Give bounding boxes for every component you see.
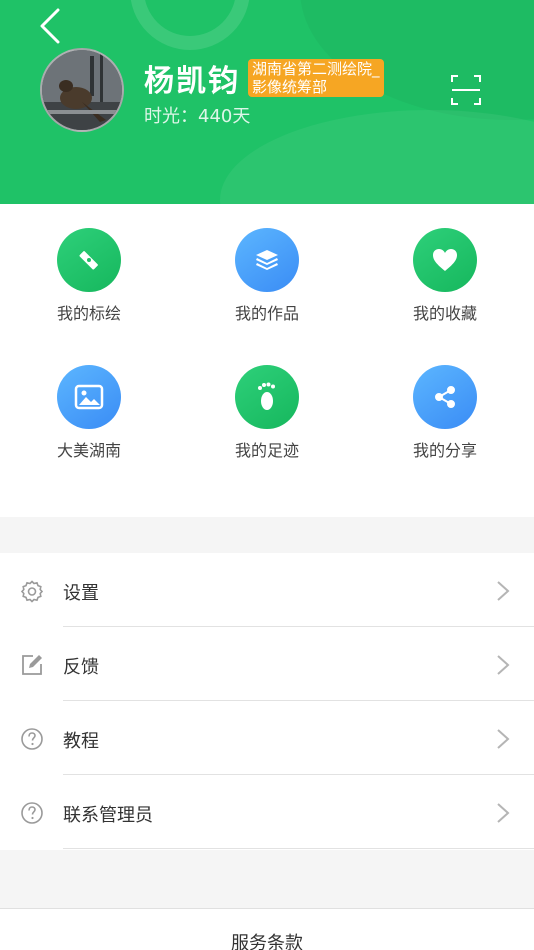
scan-icon	[451, 75, 481, 105]
feature-grid: 我的标绘 我的作品 我的收藏 大美湖南 我的足迹 我的分享	[0, 204, 534, 517]
menu-item-label: 设置	[63, 583, 99, 604]
terms-of-service-link[interactable]: 服务条款	[0, 929, 534, 950]
grid-item-beautiful-hunan[interactable]: 大美湖南	[14, 365, 164, 475]
grid-item-works[interactable]: 我的作品	[192, 228, 342, 338]
layers-icon	[256, 250, 278, 270]
menu-item-contact-admin[interactable]: 联系管理员	[0, 775, 534, 849]
back-button[interactable]	[30, 6, 70, 46]
gear-icon	[20, 580, 44, 603]
divider	[63, 848, 534, 849]
grid-icon-circle	[235, 228, 299, 292]
profile-header: 杨凯钧 湖南省第二测绘院_影像统筹部 时光：440天	[0, 0, 534, 204]
heart-icon	[433, 249, 457, 271]
share-icon	[435, 386, 455, 408]
username: 杨凯钧	[144, 64, 240, 99]
menu-item-feedback[interactable]: 反馈	[0, 627, 534, 701]
grid-item-label: 我的收藏	[412, 304, 477, 323]
grid-icon-circle	[413, 365, 477, 429]
grid-item-favorites[interactable]: 我的收藏	[370, 228, 520, 338]
grid-item-label: 我的分享	[412, 441, 477, 460]
settings-menu: 设置 反馈 教程 联系管理员	[0, 553, 534, 850]
menu-item-label: 反馈	[63, 657, 99, 678]
grid-icon-circle	[413, 228, 477, 292]
menu-item-label: 教程	[63, 731, 99, 752]
chevron-right-icon	[497, 729, 510, 749]
grid-item-plotting[interactable]: 我的标绘	[14, 228, 164, 338]
grid-item-share[interactable]: 我的分享	[370, 365, 520, 475]
grid-item-label: 我的足迹	[234, 441, 299, 460]
grid-icon-circle	[57, 228, 121, 292]
grid-icon-circle	[235, 365, 299, 429]
edit-icon	[22, 655, 42, 675]
chevron-right-icon	[497, 581, 510, 601]
menu-item-tutorial[interactable]: 教程	[0, 701, 534, 775]
member-time: 时光：440天	[144, 106, 251, 127]
avatar-image	[42, 50, 122, 130]
footer: 服务条款	[0, 909, 534, 950]
organization-badge: 湖南省第二测绘院_影像统筹部	[248, 59, 384, 97]
header-decoration-ring	[130, 0, 250, 50]
help-circle-icon	[21, 728, 43, 750]
footprint-icon	[258, 382, 275, 410]
help-circle-icon	[21, 802, 43, 824]
image-icon	[74, 384, 104, 410]
grid-item-label: 我的标绘	[56, 304, 121, 323]
chevron-right-icon	[497, 803, 510, 823]
header-decoration-wave	[220, 110, 534, 204]
chevron-right-icon	[497, 655, 510, 675]
grid-item-label: 我的作品	[234, 304, 299, 323]
profile-page: 杨凯钧 湖南省第二测绘院_影像统筹部 时光：440天 我的标绘 我的作品 我的收…	[0, 0, 534, 950]
grid-item-label: 大美湖南	[56, 441, 121, 460]
scan-button[interactable]	[448, 72, 484, 108]
grid-item-footprints[interactable]: 我的足迹	[192, 365, 342, 475]
menu-item-settings[interactable]: 设置	[0, 553, 534, 627]
chevron-left-icon	[40, 8, 60, 44]
avatar[interactable]	[40, 48, 124, 132]
menu-item-label: 联系管理员	[63, 805, 153, 826]
pencil-ruler-icon	[79, 251, 98, 270]
grid-icon-circle	[57, 365, 121, 429]
